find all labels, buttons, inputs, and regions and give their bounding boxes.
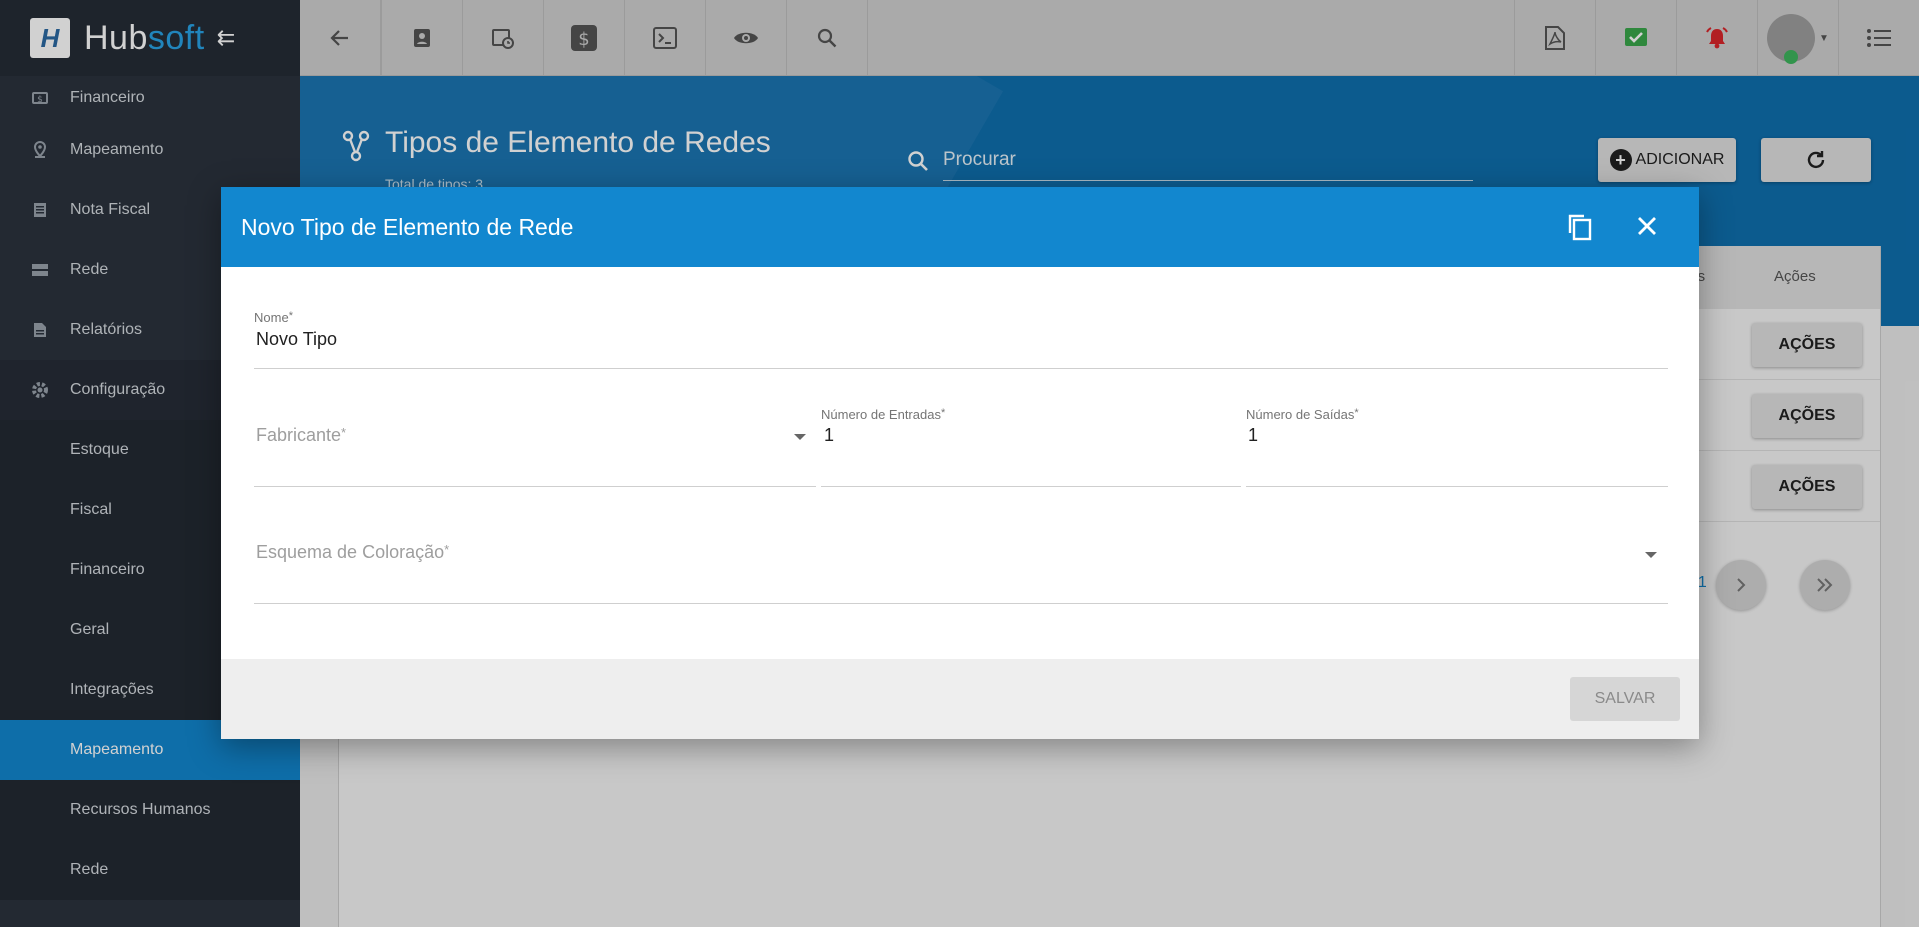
- entradas-label: Número de Entradas*: [821, 407, 946, 422]
- new-element-type-dialog: Novo Tipo de Elemento de Rede Nome* Novo…: [221, 187, 1699, 739]
- saidas-label: Número de Saídas*: [1246, 407, 1359, 422]
- chevron-down-icon: [1645, 552, 1657, 558]
- dialog-title: Novo Tipo de Elemento de Rede: [241, 213, 574, 240]
- save-button[interactable]: SALVAR: [1570, 677, 1680, 721]
- close-button[interactable]: [1634, 213, 1660, 245]
- dialog-header: Novo Tipo de Elemento de Rede: [221, 187, 1699, 267]
- nome-field[interactable]: Novo Tipo: [256, 329, 337, 350]
- nome-label: Nome*: [254, 310, 293, 325]
- copy-icon: [1568, 214, 1592, 241]
- chevron-down-icon: [794, 434, 806, 440]
- entradas-field[interactable]: 1: [824, 425, 834, 446]
- saidas-field[interactable]: 1: [1248, 425, 1258, 446]
- close-icon: [1638, 217, 1656, 235]
- esquema-select[interactable]: Esquema de Coloração*: [256, 542, 449, 563]
- fabricante-select[interactable]: Fabricante*: [256, 425, 346, 446]
- dialog-footer: SALVAR: [221, 659, 1699, 739]
- copy-button[interactable]: [1567, 213, 1593, 247]
- dialog-body: Nome* Novo Tipo Fabricante* Número de En…: [221, 267, 1699, 659]
